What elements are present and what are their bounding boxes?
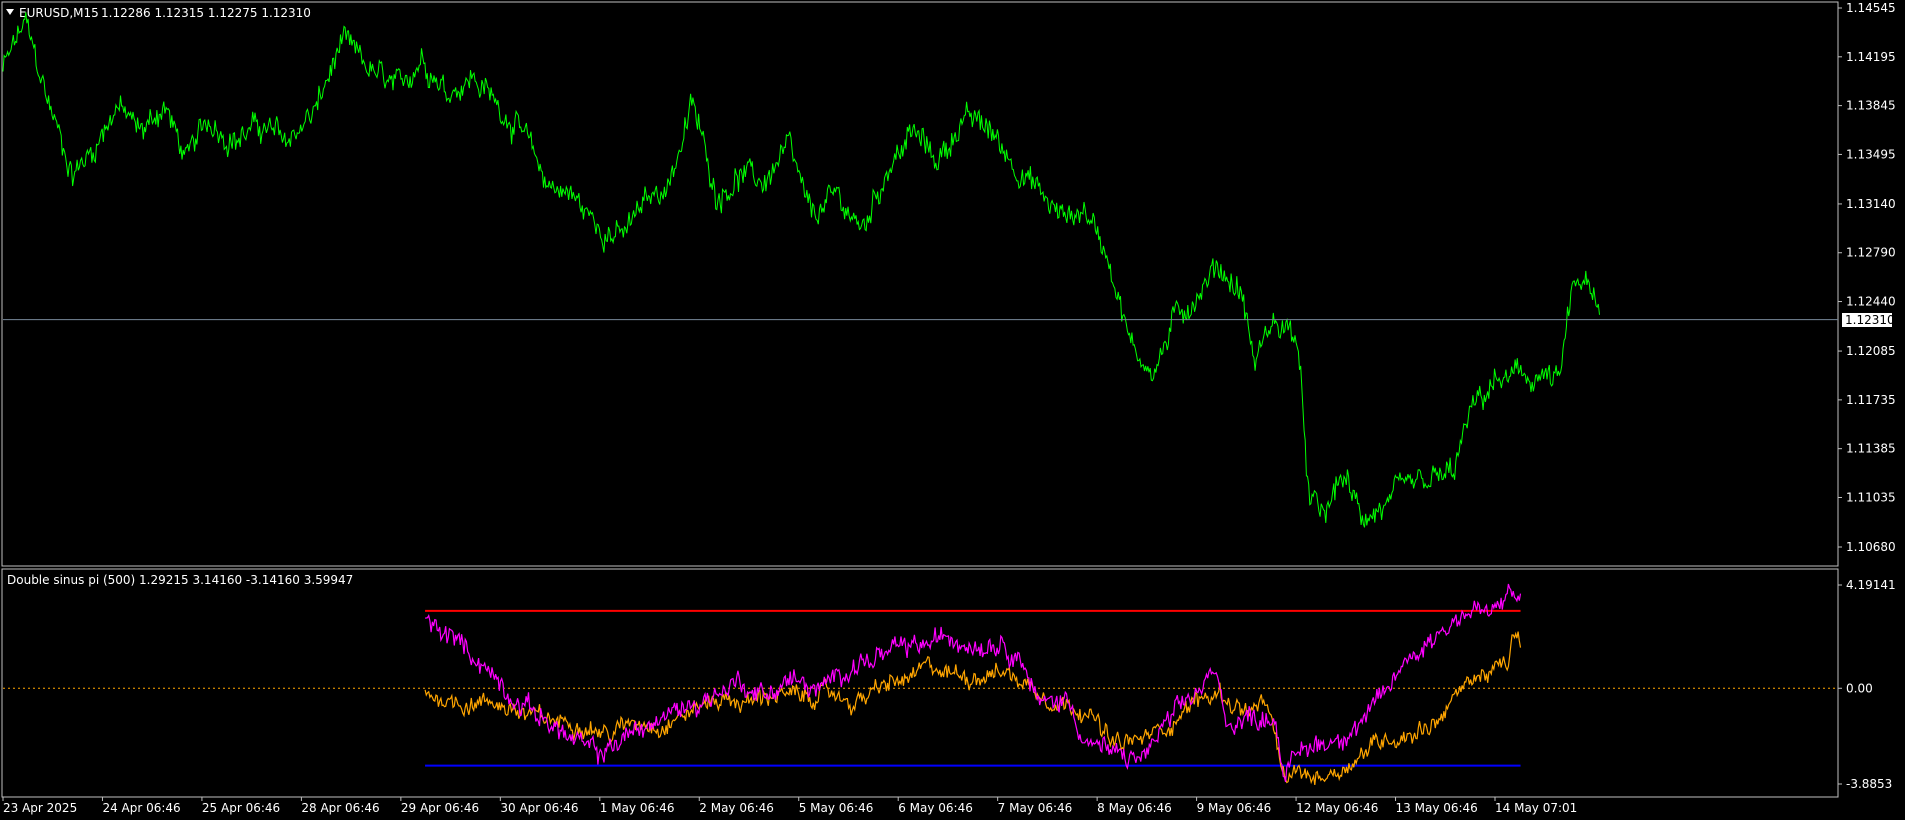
indicator-label: 4.19141: [1846, 578, 1896, 592]
time-label: 1 May 06:46: [600, 801, 675, 815]
time-label: 12 May 06:46: [1296, 801, 1378, 815]
price-label: 1.14195: [1846, 50, 1896, 64]
time-label: 23 Apr 2025: [3, 801, 77, 815]
time-label: 28 Apr 06:46: [301, 801, 379, 815]
ohlc-values: 1.12286 1.12315 1.12275 1.12310: [101, 6, 311, 20]
time-label: 9 May 06:46: [1197, 801, 1272, 815]
time-label: 30 Apr 06:46: [500, 801, 578, 815]
price-label: 1.10680: [1846, 540, 1896, 554]
price-label: 1.13140: [1846, 197, 1896, 211]
price-label: 1.11735: [1846, 393, 1896, 407]
price-label: 1.14545: [1846, 1, 1896, 15]
indicator-levels: [3, 609, 1838, 767]
price-label: 1.12790: [1846, 246, 1896, 260]
time-label: 25 Apr 06:46: [202, 801, 280, 815]
time-label: 5 May 06:46: [799, 801, 874, 815]
main-pane-frame: [1, 1, 1839, 567]
price-label: 1.13845: [1846, 99, 1896, 113]
chart-canvas[interactable]: EURUSD,M15 1.12286 1.12315 1.12275 1.123…: [0, 0, 1905, 820]
time-label: 8 May 06:46: [1097, 801, 1172, 815]
time-label: 29 Apr 06:46: [401, 801, 479, 815]
price-label: 1.12440: [1846, 295, 1896, 309]
price-line: [2, 12, 1600, 528]
indicator-series: [424, 583, 1522, 785]
time-label: 6 May 06:46: [898, 801, 973, 815]
time-axis: 23 Apr 2025 24 Apr 06:46 25 Apr 06:46 28 Ap…: [2, 797, 1577, 815]
indicator-axis: 4.19141 0.00 -3.8853: [1838, 578, 1896, 791]
indicator-magenta-line: [425, 583, 1522, 783]
chart-window[interactable]: EURUSD,M15 1.12286 1.12315 1.12275 1.123…: [0, 0, 1905, 820]
indicator-label: -3.8853: [1846, 777, 1892, 791]
price-series: [2, 12, 1600, 528]
price-axis: 1.14545 1.14195 1.13845 1.13495 1.13140 1.127…: [1838, 1, 1896, 554]
price-label: 1.13495: [1846, 147, 1896, 161]
time-label: 7 May 06:46: [998, 801, 1073, 815]
triangle-down-icon[interactable]: [6, 9, 14, 15]
bid-price-label: 1.12310: [1845, 313, 1895, 327]
time-label: 24 Apr 06:46: [102, 801, 180, 815]
symbol-title: EURUSD,M15: [19, 6, 99, 20]
indicator-title: Double sinus pi (500) 1.29215 3.14160 -3…: [7, 573, 353, 587]
indicator-pane-frame: [1, 568, 1839, 798]
price-label: 1.11385: [1846, 442, 1896, 456]
time-label: 13 May 06:46: [1396, 801, 1478, 815]
price-label: 1.12085: [1846, 344, 1896, 358]
time-label: 2 May 06:46: [699, 801, 774, 815]
time-label: 14 May 07:01: [1495, 801, 1577, 815]
price-label: 1.11035: [1846, 490, 1896, 504]
indicator-label: 0.00: [1846, 681, 1873, 695]
